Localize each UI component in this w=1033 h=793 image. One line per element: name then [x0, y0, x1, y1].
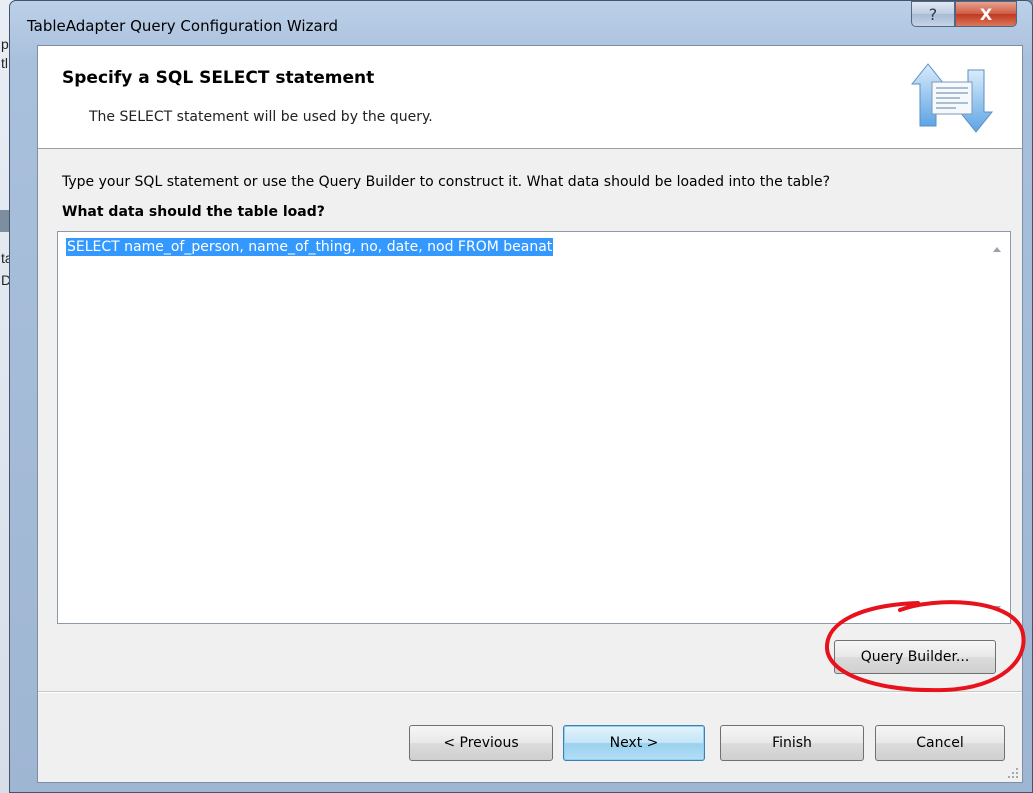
wizard-window: TableAdapter Query Configuration Wizard … — [9, 0, 1033, 793]
page-title: Specify a SQL SELECT statement — [62, 68, 375, 88]
wizard-client-area: Specify a SQL SELECT statement The SELEC… — [37, 45, 1023, 783]
database-sync-icon — [910, 63, 994, 133]
query-builder-button[interactable]: Query Builder... — [834, 640, 996, 674]
next-button[interactable]: Next > — [563, 725, 705, 761]
page-subtitle: The SELECT statement will be used by the… — [89, 109, 433, 125]
previous-button[interactable]: < Previous — [409, 725, 553, 761]
footer-separator — [38, 691, 1022, 693]
sql-statement-text[interactable]: SELECT name_of_person, name_of_thing, no… — [66, 238, 554, 256]
scroll-down-arrow-icon[interactable] — [993, 606, 1001, 611]
help-icon: ? — [928, 4, 938, 24]
close-button[interactable]: X — [955, 1, 1017, 27]
window-title: TableAdapter Query Configuration Wizard — [27, 17, 339, 35]
sql-prompt-label: What data should the table load? — [62, 204, 325, 220]
scroll-up-arrow-icon[interactable] — [993, 247, 1001, 252]
sql-statement-textarea[interactable]: SELECT name_of_person, name_of_thing, no… — [57, 231, 1011, 624]
resize-grip-icon[interactable] — [1007, 767, 1019, 779]
wizard-header: Specify a SQL SELECT statement The SELEC… — [38, 46, 1022, 149]
background-text: p — [1, 36, 9, 52]
close-icon: X — [979, 4, 993, 24]
instruction-text: Type your SQL statement or use the Query… — [62, 174, 831, 190]
finish-button[interactable]: Finish — [720, 725, 864, 761]
cancel-button[interactable]: Cancel — [875, 725, 1005, 761]
help-button[interactable]: ? — [911, 1, 955, 27]
background-text: tl — [1, 55, 8, 71]
